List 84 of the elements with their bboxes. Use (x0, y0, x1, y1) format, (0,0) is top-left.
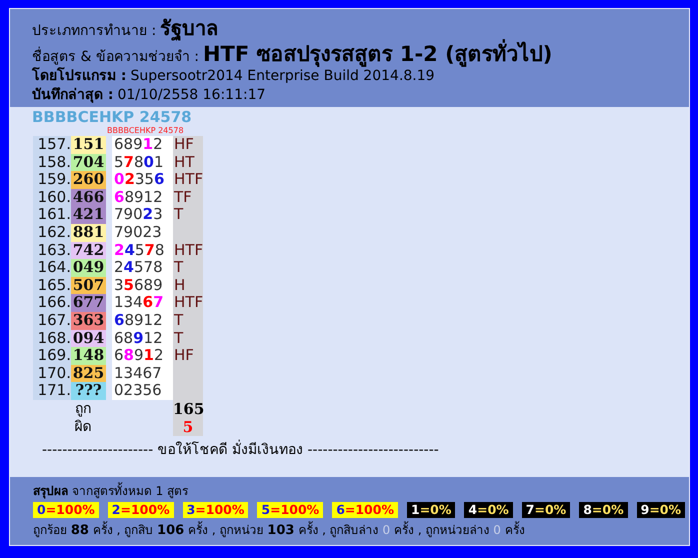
digit-set: 13467 (112, 294, 173, 312)
result-number: 421 (71, 206, 106, 224)
hit-code: T (173, 330, 203, 348)
row-number: 171. (33, 382, 71, 400)
row-number: 162. (33, 224, 71, 242)
formula-value: HTF ซอสปรุงรสสูตร 1-2 (สูตรทั่วไป) (202, 41, 552, 67)
row-number: 157. (33, 136, 71, 154)
hit-code: T (173, 259, 203, 277)
type-value: รัฐบาล (160, 15, 218, 41)
digit-set: 79023 (112, 224, 173, 242)
divider-text: ---------------------- ขอให้โชคดี มั่งมีเงินทอง -------------------------- (41, 438, 440, 460)
row-number: 160. (33, 188, 71, 206)
digit-set: 68912 (112, 330, 173, 348)
column-caption: BBBBCEHKP 24578 (107, 126, 185, 136)
total-label: ผิด (74, 418, 92, 436)
type-label: ประเภทการทำนาย : (32, 22, 156, 41)
digit-percent-badge: 0=100% (33, 502, 99, 518)
digit-percent-badge: 6=100% (332, 502, 398, 518)
result-number: 148 (71, 347, 106, 365)
hit-code: HF (173, 347, 203, 365)
program-value: Supersootr2014 Enterprise Build 2014.8.19 (130, 67, 435, 86)
digit-percent-badge: 7=0% (522, 502, 570, 518)
row-number: 167. (33, 312, 71, 330)
digit-percent-badge: 9=0% (636, 502, 686, 518)
digit-set: 79023 (112, 206, 173, 224)
total-value: 5 (173, 418, 203, 436)
row-number: 161. (33, 206, 71, 224)
hit-code: HT (173, 154, 203, 172)
hit-code: HTF (173, 171, 203, 189)
result-number: 363 (71, 312, 106, 330)
saved-value: 01/10/2558 16:11:17 (117, 86, 266, 105)
digit-set: 68912 (112, 347, 173, 365)
digit-percent-badge: 2=100% (108, 502, 174, 518)
digit-set: 24578 (112, 259, 173, 277)
row-number: 165. (33, 276, 71, 294)
hit-code: T (173, 312, 203, 330)
result-number: 260 (71, 171, 106, 189)
digit-set: 68912 (112, 312, 173, 330)
program-label: โดยโปรแกรม : (32, 67, 126, 86)
code-title: BBBBCEHKP 24578 (31, 107, 193, 126)
result-number: 677 (71, 294, 106, 312)
result-number: 507 (71, 276, 106, 294)
row-number: 168. (33, 330, 71, 348)
digit-percent-badge: 3=100% (182, 502, 248, 518)
result-number: 151 (71, 136, 106, 154)
hit-code: HF (173, 136, 203, 154)
digit-set: 57801 (112, 154, 173, 172)
digit-set: 02356 (112, 382, 173, 400)
hit-counts: ถูกร้อย 88 ครั้ง , ถูกสิบ 106 ครั้ง , ถูกหน่วย 103 ครั้ง , ถูกสิบล่าง 0 ครั้ง , ถูกหน่วยล่าง 0 ครั้ง (33, 520, 526, 539)
result-number: 742 (71, 242, 106, 260)
result-number: 049 (71, 259, 106, 277)
digit-percent-badge: 5=100% (257, 502, 324, 518)
row-number: 159. (33, 171, 71, 189)
digit-set: 02356 (112, 171, 173, 189)
digit-set: 68912 (112, 136, 173, 154)
row-number: 163. (33, 242, 71, 260)
digit-percent-badge: 1=0% (406, 502, 456, 518)
result-number: 825 (71, 364, 106, 382)
result-number: 881 (71, 224, 106, 242)
row-number: 166. (33, 294, 71, 312)
row-number: 164. (33, 259, 71, 277)
digit-set: 68912 (112, 188, 173, 206)
digit-set: 24578 (112, 242, 173, 260)
row-number: 158. (33, 154, 71, 172)
hit-code: H (173, 276, 203, 294)
hit-code: HTF (173, 242, 203, 260)
result-number: 094 (71, 330, 106, 348)
result-number: 704 (71, 154, 106, 172)
hit-code: T (173, 206, 203, 224)
row-number: 170. (33, 364, 71, 382)
total-label: ถูก (74, 400, 92, 418)
hit-code: TF (173, 188, 203, 206)
total-value: 165 (173, 400, 203, 418)
formula-label: ชื่อสูตร & ข้อความช่วยจำ : (32, 48, 199, 67)
saved-label: บันทึกล่าสุด : (32, 86, 114, 105)
result-number: 466 (71, 188, 106, 206)
digit-set: 13467 (112, 364, 173, 382)
digit-percent-badge: 4=0% (464, 502, 513, 518)
digit-percent-badge: 8=0% (579, 502, 628, 518)
hit-code: HTF (173, 294, 203, 312)
digit-set: 35689 (112, 276, 173, 294)
row-number: 169. (33, 347, 71, 365)
result-number: ??? (71, 382, 106, 400)
summary-title: สรุปผล จากสูตรทั้งหมด 1 สูตร (33, 481, 190, 500)
